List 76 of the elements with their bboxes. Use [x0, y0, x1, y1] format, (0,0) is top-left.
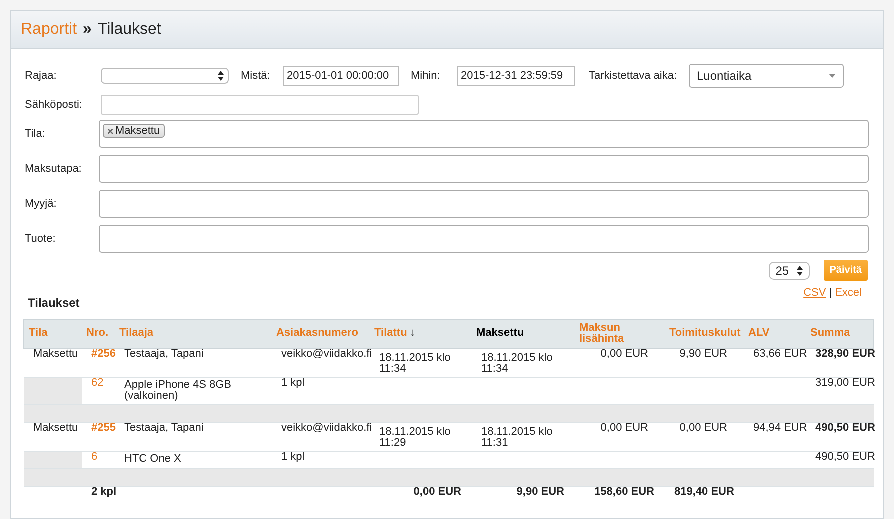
- field-label: Myyjä:: [25, 196, 58, 212]
- field-label: Tuote:: [25, 232, 57, 247]
- column-header-link[interactable]: Asiakasnumero: [276, 328, 358, 339]
- table-cell: 0,00 EUR: [600, 422, 648, 434]
- table-cell: 63,66 EUR: [754, 348, 808, 360]
- column-header-link[interactable]: Tilaaja: [120, 328, 154, 339]
- table-cell: 0,00 EUR: [600, 348, 648, 360]
- update-button[interactable]: Päivitä: [824, 260, 868, 281]
- date-field[interactable]: 2015-01-01 00:00:00: [283, 66, 399, 86]
- product-link[interactable]: 62: [92, 376, 104, 388]
- caret-icon: [829, 74, 836, 78]
- multi-select-field[interactable]: [99, 155, 869, 183]
- table-cell: 1 kpl: [282, 450, 305, 462]
- excel-link[interactable]: Excel: [835, 285, 862, 302]
- section-title: Tilaukset: [28, 294, 80, 312]
- updown-icon: [796, 266, 803, 276]
- page-title: Tilaukset: [98, 20, 162, 40]
- table-cell: 158,60 EUR: [594, 486, 654, 498]
- field-label: Tila:: [25, 126, 46, 142]
- table-cell: 18.11.2015 klo 11:29: [380, 426, 451, 448]
- table-cell: veikko@viidakko.fi: [282, 422, 372, 434]
- table-cell: Apple iPhone 4S 8GB (valkoinen): [124, 378, 232, 402]
- breadcrumb-link[interactable]: Raportit: [21, 18, 78, 42]
- select-field[interactable]: Luontiaika: [689, 64, 844, 88]
- column-header-link[interactable]: Tilattu: [374, 328, 408, 339]
- table-cell: HTC One X: [124, 452, 182, 464]
- table-cell: Maksettu: [34, 422, 78, 434]
- column-header-link[interactable]: Tila: [29, 328, 48, 339]
- remove-icon[interactable]: [108, 128, 114, 134]
- table-cell: Maksettu: [34, 348, 78, 360]
- tag[interactable]: Maksettu: [103, 124, 166, 138]
- date-field[interactable]: 2015-12-31 23:59:59: [457, 66, 575, 86]
- table-cell: 1 kpl: [282, 376, 305, 388]
- column-header-link[interactable]: Nro.: [86, 328, 108, 339]
- table-cell: 0,00 EUR: [680, 422, 728, 434]
- breadcrumb-separator: »: [83, 20, 92, 40]
- table-cell: 9,90 EUR: [516, 486, 564, 498]
- table-cell: 0,00 EUR: [414, 486, 462, 498]
- field-label: Maksutapa:: [25, 162, 83, 177]
- updown-icon: [218, 71, 224, 81]
- table-cell: 2 kpl: [92, 486, 117, 498]
- product-link[interactable]: 6: [92, 450, 98, 462]
- table-cell: 490,50 EUR: [816, 450, 876, 462]
- field-label: Mihin:: [411, 68, 442, 84]
- field-label: Tarkistettava aika:: [589, 68, 678, 84]
- table-cell: 18.11.2015 klo 11:34: [380, 352, 451, 374]
- link-separator: |: [829, 286, 832, 301]
- table-cell: 490,50 EUR: [816, 422, 876, 434]
- column-header: Maksettu: [476, 328, 524, 339]
- table-cell: 94,94 EUR: [754, 422, 808, 434]
- table-cell: veikko@viidakko.fi: [282, 348, 372, 360]
- column-header-link[interactable]: ALV: [748, 328, 770, 339]
- table-cell: 319,00 EUR: [816, 376, 876, 388]
- table-cell: 9,90 EUR: [680, 348, 728, 360]
- column-header-link[interactable]: Summa: [810, 328, 850, 339]
- table-cell: 18.11.2015 klo 11:34: [482, 352, 553, 374]
- order-link[interactable]: #256: [92, 348, 116, 360]
- order-link[interactable]: #255: [92, 422, 116, 434]
- column-header-link[interactable]: Toimituskulut: [670, 328, 741, 339]
- multi-select-field[interactable]: Maksettu: [99, 120, 869, 148]
- table-cell: 328,90 EUR: [816, 348, 876, 360]
- field-label: Rajaa:: [25, 68, 58, 84]
- sort-arrow-icon: ↓: [410, 327, 416, 339]
- multi-select-field[interactable]: [99, 225, 869, 253]
- field-label: Sähköposti:: [25, 98, 84, 113]
- table-cell: Testaaja, Tapani: [124, 422, 204, 434]
- email-field[interactable]: [101, 95, 419, 115]
- table-cell: 18.11.2015 klo 11:31: [482, 426, 553, 448]
- multi-select-field[interactable]: [99, 190, 869, 218]
- table-cell: 819,40 EUR: [674, 486, 734, 498]
- field-label: Mistä:: [241, 68, 272, 84]
- column-header-link[interactable]: Maksun lisähinta: [580, 322, 660, 344]
- csv-link[interactable]: CSV: [804, 285, 826, 302]
- table-cell: Testaaja, Tapani: [124, 348, 204, 360]
- page-size-select[interactable]: 25: [768, 262, 810, 280]
- select-field[interactable]: [101, 68, 229, 84]
